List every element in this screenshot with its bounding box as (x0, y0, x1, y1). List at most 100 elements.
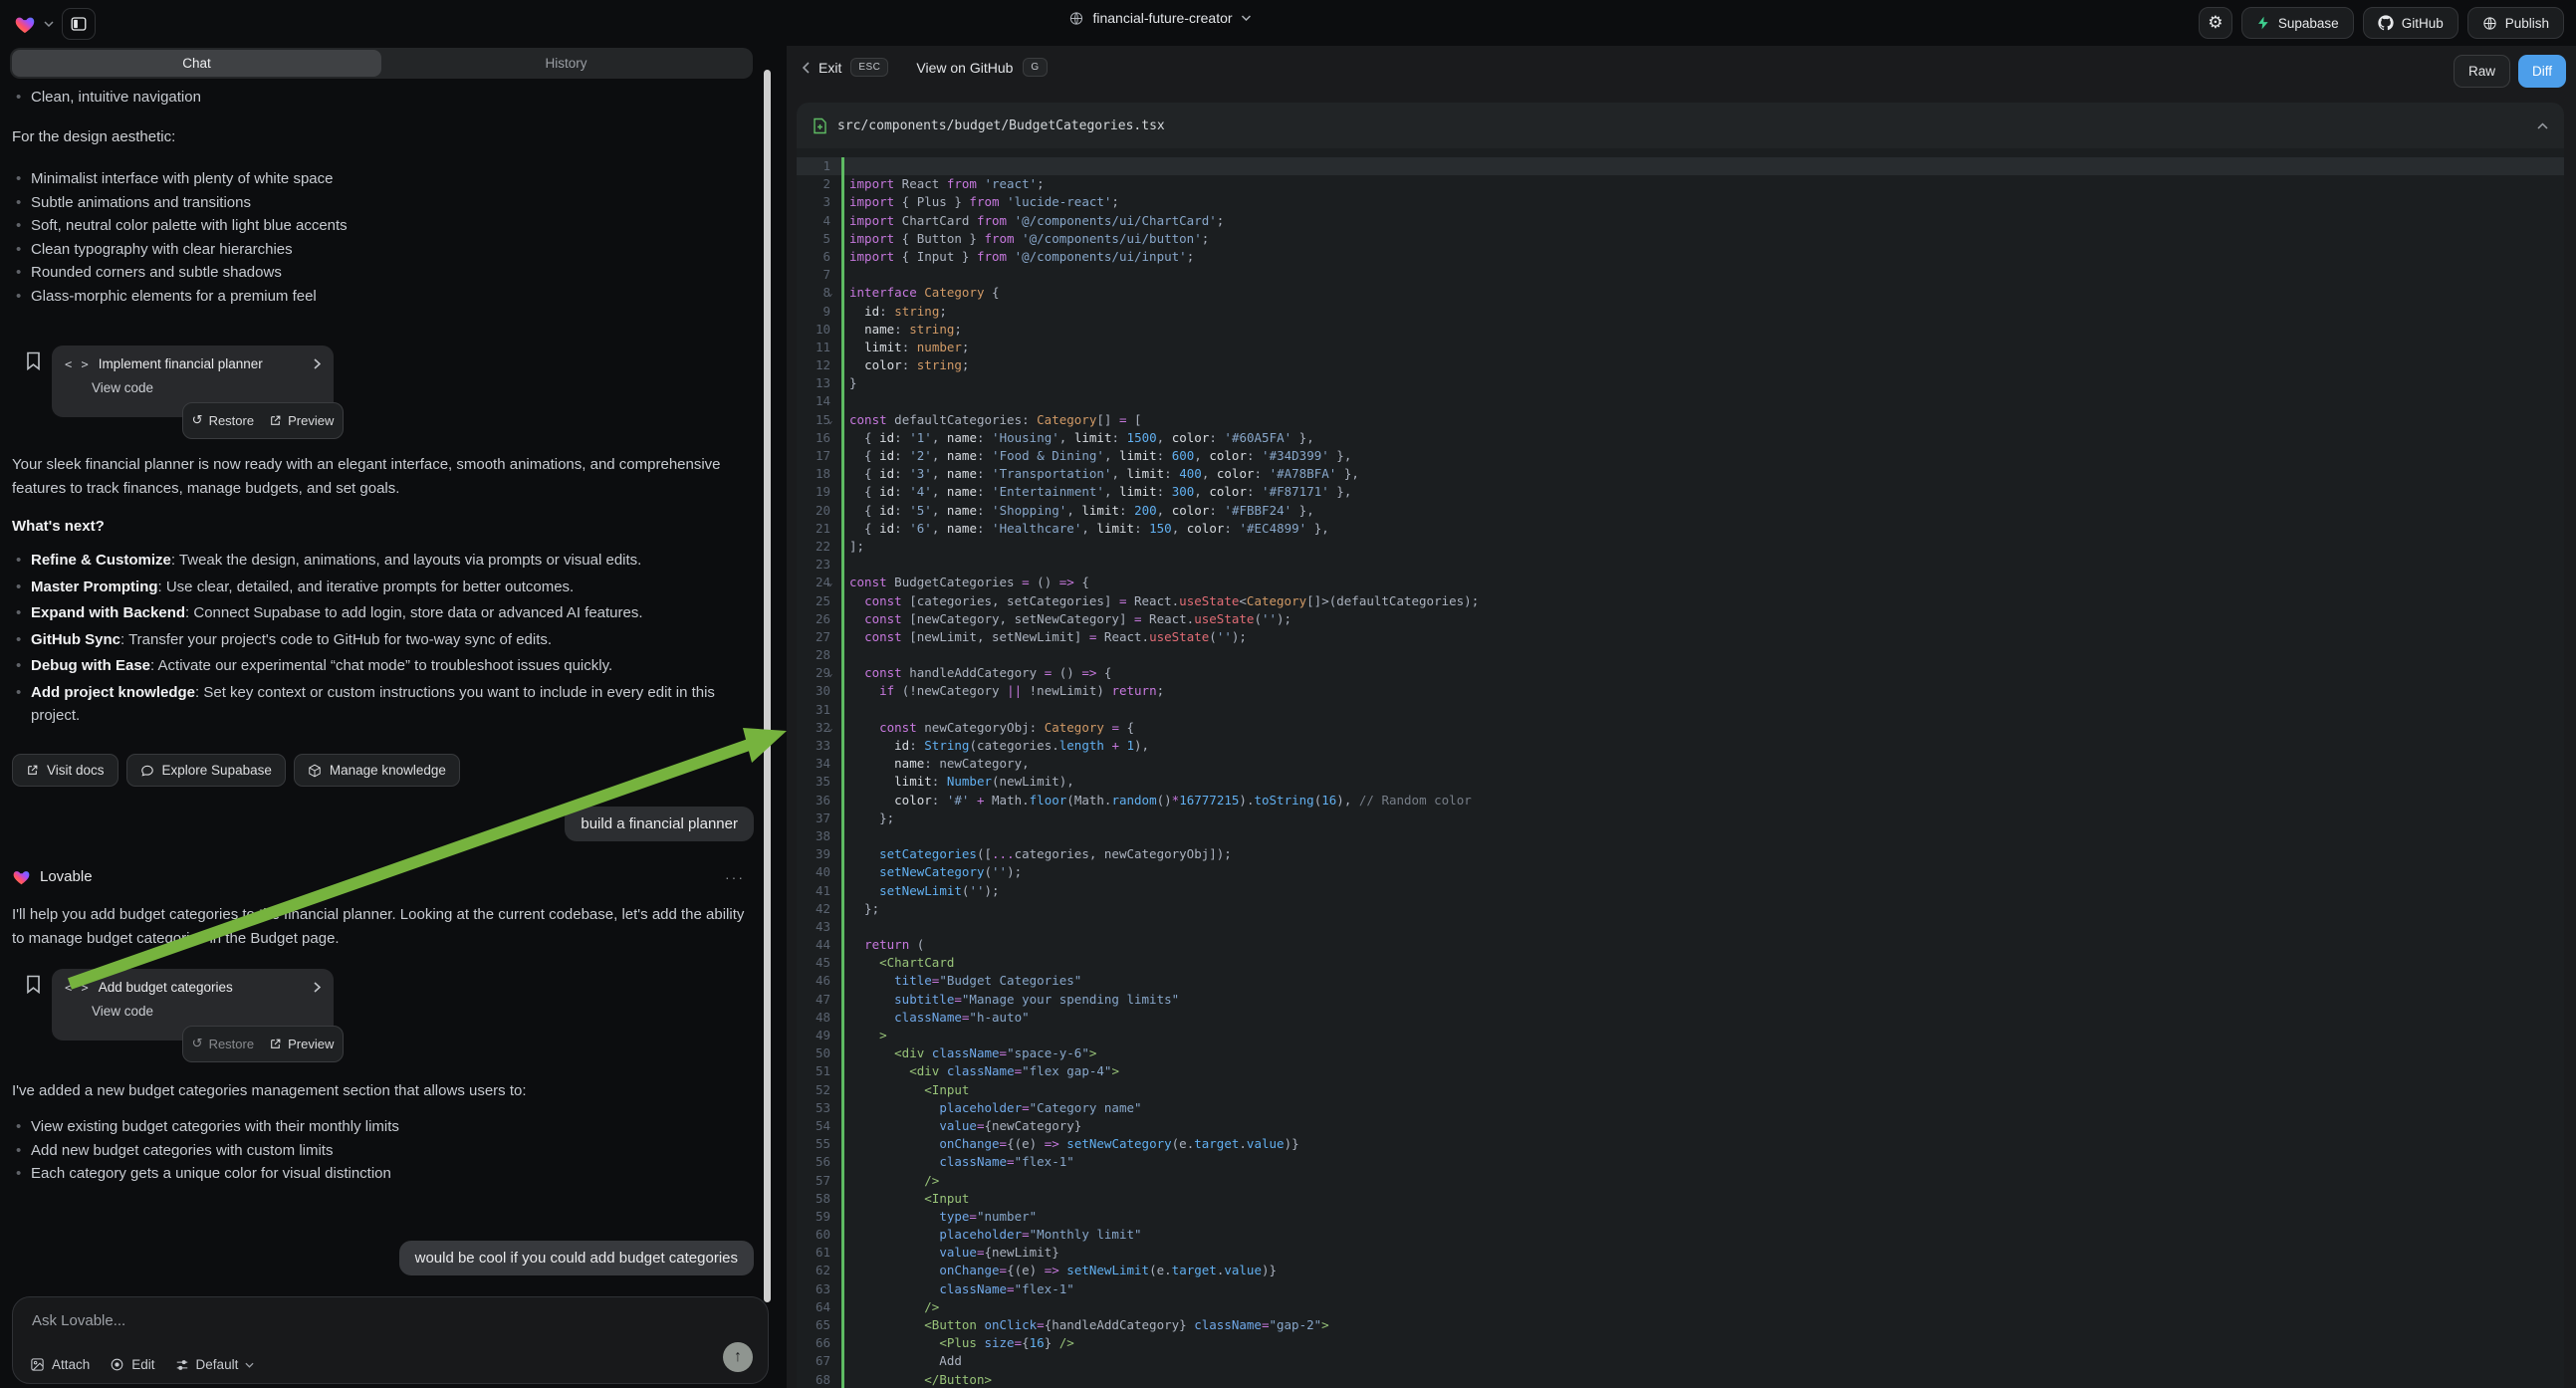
bullet-item: Expand with Backend: Connect Supabase to… (12, 601, 757, 625)
quick-actions-row: Visit docs Explore Supabase Manage knowl… (12, 754, 460, 787)
code-line: 35 limit: Number(newLimit), (797, 773, 2564, 791)
file-path-bar[interactable]: src/components/budget/BudgetCategories.t… (797, 103, 2564, 148)
code-icon: < > (65, 981, 90, 995)
edit-mode-button[interactable]: Edit (110, 1357, 154, 1372)
project-switcher[interactable]: financial-future-creator (1068, 10, 1251, 26)
restore-icon: ↺ (192, 414, 203, 427)
code-line: 64 /> (797, 1298, 2564, 1316)
restore-button[interactable]: ↺ Restore (192, 1037, 254, 1051)
fold-chevron-icon[interactable]: ⌄ (827, 575, 839, 592)
code-line: 5import { Button } from '@/components/ui… (797, 230, 2564, 248)
code-line: 21 { id: '6', name: 'Healthcare', limit:… (797, 520, 2564, 538)
message-menu-button[interactable]: ··· (725, 869, 745, 885)
code-line: 46 title="Budget Categories" (797, 972, 2564, 990)
prompt-placeholder: Ask Lovable... (32, 1312, 125, 1329)
chevron-right-icon (314, 358, 321, 369)
code-line: 56 className="flex-1" (797, 1153, 2564, 1171)
publish-button[interactable]: Publish (2467, 7, 2564, 39)
code-line: 52 <Input (797, 1081, 2564, 1099)
raw-toggle-button[interactable]: Raw (2454, 55, 2510, 88)
code-line: 58 <Input (797, 1190, 2564, 1208)
code-line: 27 const [newLimit, setNewLimit] = React… (797, 628, 2564, 646)
code-line: 13} (797, 374, 2564, 392)
exit-button[interactable]: Exit ESC (803, 58, 888, 77)
collapse-file-button[interactable] (2537, 122, 2548, 129)
sliders-icon (175, 1358, 189, 1372)
code-line: 6import { Input } from '@/components/ui/… (797, 248, 2564, 266)
code-line: 33 id: String(categories.length + 1), (797, 737, 2564, 755)
code-line: 41 setNewLimit(''); (797, 882, 2564, 900)
view-code-link[interactable]: View code (92, 1004, 321, 1019)
code-file-card: src/components/budget/BudgetCategories.t… (797, 103, 2564, 1388)
code-line: 67 Add (797, 1352, 2564, 1370)
code-line: 43 (797, 918, 2564, 936)
user-message-2: would be cool if you could add budget ca… (399, 1241, 754, 1275)
send-button[interactable]: ↑ (723, 1342, 753, 1372)
settings-button[interactable]: ⚙ (2199, 7, 2232, 39)
bookmark-icon[interactable] (26, 975, 41, 994)
bullet-item: Master Prompting: Use clear, detailed, a… (12, 576, 757, 599)
code-line: 50 <div className="space-y-6"> (797, 1044, 2564, 1062)
supabase-button[interactable]: Supabase (2241, 7, 2354, 39)
code-line: 19 { id: '4', name: 'Entertainment', lim… (797, 483, 2564, 501)
fold-chevron-icon[interactable]: ⌄ (827, 665, 839, 683)
code-line: 16 { id: '1', name: 'Housing', limit: 15… (797, 429, 2564, 447)
code-line: 24⌄const BudgetCategories = () => { (797, 574, 2564, 591)
bullet-item: Debug with Ease: Activate our experiment… (12, 654, 757, 678)
attach-button[interactable]: Attach (30, 1357, 90, 1372)
bookmark-icon[interactable] (26, 351, 41, 370)
code-line: 12 color: string; (797, 356, 2564, 374)
code-viewer-header: Exit ESC View on GitHub G Raw Diff (787, 46, 2576, 100)
lovable-logo-icon[interactable] (14, 14, 36, 34)
code-line: 18 { id: '3', name: 'Transportation', li… (797, 465, 2564, 483)
prompt-input-box[interactable]: Ask Lovable... Attach Edit Default ↑ (12, 1296, 769, 1384)
code-line: 1 (797, 157, 2564, 175)
code-viewer-panel: Exit ESC View on GitHub G Raw Diff src/c… (787, 46, 2576, 1388)
preview-button[interactable]: Preview (269, 1037, 334, 1051)
sidebar-toggle-button[interactable] (62, 8, 96, 40)
code-line: 40 setNewCategory(''); (797, 863, 2564, 881)
view-on-github-button[interactable]: View on GitHub G (916, 58, 1047, 77)
added-features-list: View existing budget categories with the… (12, 1115, 757, 1186)
mode-selector[interactable]: Default (175, 1357, 255, 1372)
restore-button[interactable]: ↺ Restore (192, 413, 254, 428)
visit-docs-button[interactable]: Visit docs (12, 754, 118, 787)
tab-chat[interactable]: Chat (12, 50, 381, 77)
preview-button[interactable]: Preview (269, 413, 334, 428)
manage-knowledge-button[interactable]: Manage knowledge (294, 754, 460, 787)
view-code-link[interactable]: View code (92, 380, 321, 395)
arrow-up-icon: ↑ (734, 1348, 742, 1366)
chat-scrollbar[interactable] (764, 70, 771, 1302)
github-button[interactable]: GitHub (2363, 7, 2459, 39)
publish-globe-icon (2482, 16, 2497, 31)
diff-toggle-button[interactable]: Diff (2518, 55, 2566, 88)
bullet-item: Subtle animations and transitions (12, 191, 757, 215)
code-line: 28 (797, 646, 2564, 664)
chat-bubble-icon (140, 764, 154, 778)
external-link-icon (26, 764, 39, 777)
user-message-1: build a financial planner (565, 807, 754, 841)
fold-chevron-icon[interactable]: ⌄ (827, 285, 839, 303)
explore-supabase-button[interactable]: Explore Supabase (126, 754, 286, 787)
code-line: 53 placeholder="Category name" (797, 1099, 2564, 1117)
target-icon (110, 1357, 124, 1372)
tab-history[interactable]: History (381, 50, 751, 77)
code-line: 44 return ( (797, 936, 2564, 954)
bullet-item: Each category gets a unique color for vi… (12, 1162, 757, 1186)
assistant-header: Lovable ··· (12, 868, 757, 885)
code-line: 61 value={newLimit} (797, 1244, 2564, 1262)
code-line: 59 type="number" (797, 1208, 2564, 1226)
file-path: src/components/budget/BudgetCategories.t… (837, 118, 1165, 133)
bullet-item: Clean typography with clear hierarchies (12, 238, 757, 262)
external-link-icon (269, 1038, 282, 1050)
fold-chevron-icon[interactable]: ⌄ (827, 720, 839, 738)
code-line: 26 const [newCategory, setNewCategory] =… (797, 610, 2564, 628)
restore-icon: ↺ (192, 1038, 203, 1050)
code-line: 57 /> (797, 1172, 2564, 1190)
diff-added-gutter (841, 157, 844, 1388)
code-line: 55 onChange={(e) => setNewCategory(e.tar… (797, 1135, 2564, 1153)
fold-chevron-icon[interactable]: ⌄ (827, 412, 839, 430)
logo-menu-chevron-icon[interactable] (44, 21, 54, 27)
lovable-heart-icon (12, 868, 31, 885)
design-aesthetic-list: Minimalist interface with plenty of whit… (12, 167, 757, 308)
